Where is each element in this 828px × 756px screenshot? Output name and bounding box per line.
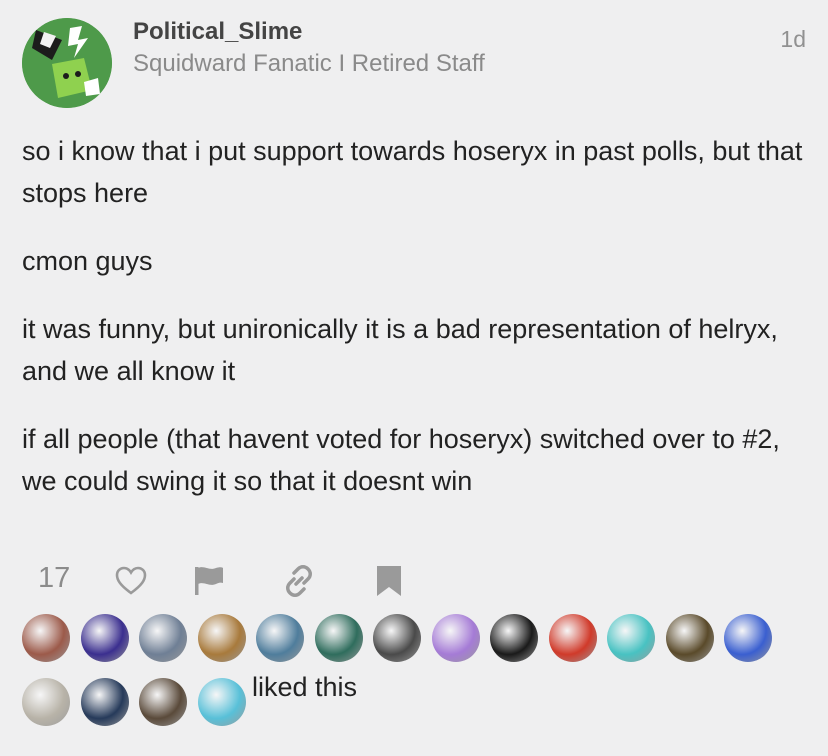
liked-this-label: liked this bbox=[252, 672, 358, 702]
liker-avatar-7[interactable] bbox=[373, 614, 421, 662]
user-avatar[interactable] bbox=[22, 18, 112, 108]
flag-icon[interactable] bbox=[192, 564, 226, 598]
liker-avatar-17[interactable] bbox=[198, 678, 246, 726]
link-icon[interactable] bbox=[282, 564, 316, 598]
post-paragraph: cmon guys bbox=[22, 246, 153, 276]
liker-avatar-2[interactable] bbox=[81, 614, 129, 662]
post-username[interactable]: Political_Slime bbox=[133, 18, 302, 46]
like-count[interactable]: 17 bbox=[38, 562, 70, 595]
post-paragraph: if all people (that havent voted for hos… bbox=[22, 424, 780, 496]
liker-avatar-4[interactable] bbox=[198, 614, 246, 662]
post-body: so i know that i put support towards hos… bbox=[22, 130, 812, 528]
liker-avatar-10[interactable] bbox=[549, 614, 597, 662]
post-date[interactable]: 1d bbox=[780, 26, 806, 53]
liker-avatar-5[interactable] bbox=[256, 614, 304, 662]
liker-avatar-9[interactable] bbox=[490, 614, 538, 662]
liker-avatar-1[interactable] bbox=[22, 614, 70, 662]
liker-avatar-13[interactable] bbox=[724, 614, 772, 662]
liker-avatar-6[interactable] bbox=[315, 614, 363, 662]
liker-avatar-15[interactable] bbox=[81, 678, 129, 726]
post-actions: 17 bbox=[38, 560, 438, 600]
slime-avatar-icon bbox=[22, 18, 112, 108]
liker-avatar-14[interactable] bbox=[22, 678, 70, 726]
bookmark-icon[interactable] bbox=[372, 564, 406, 598]
liker-avatar-3[interactable] bbox=[139, 614, 187, 662]
post-paragraph: it was funny, but unironically it is a b… bbox=[22, 314, 778, 386]
liker-avatar-8[interactable] bbox=[432, 614, 480, 662]
liker-avatar-11[interactable] bbox=[607, 614, 655, 662]
liker-avatar-12[interactable] bbox=[666, 614, 714, 662]
heart-icon[interactable] bbox=[114, 564, 148, 598]
liker-avatar-16[interactable] bbox=[139, 678, 187, 726]
post-paragraph: so i know that i put support towards hos… bbox=[22, 136, 803, 208]
post-user-title: Squidward Fanatic I Retired Staff bbox=[133, 50, 485, 77]
